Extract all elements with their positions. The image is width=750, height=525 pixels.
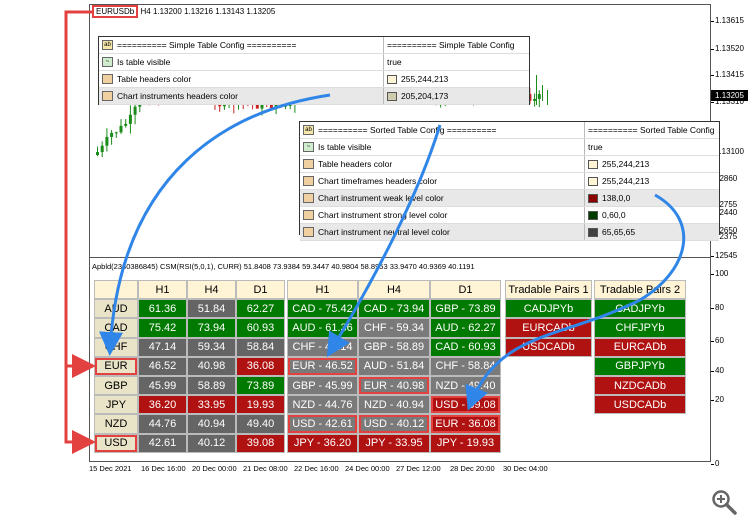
red-bracket-arrows [64,10,96,454]
annotation-arrows [64,10,686,454]
blue-curve-arrows [99,93,686,411]
zoom-in-icon[interactable] [710,488,738,516]
